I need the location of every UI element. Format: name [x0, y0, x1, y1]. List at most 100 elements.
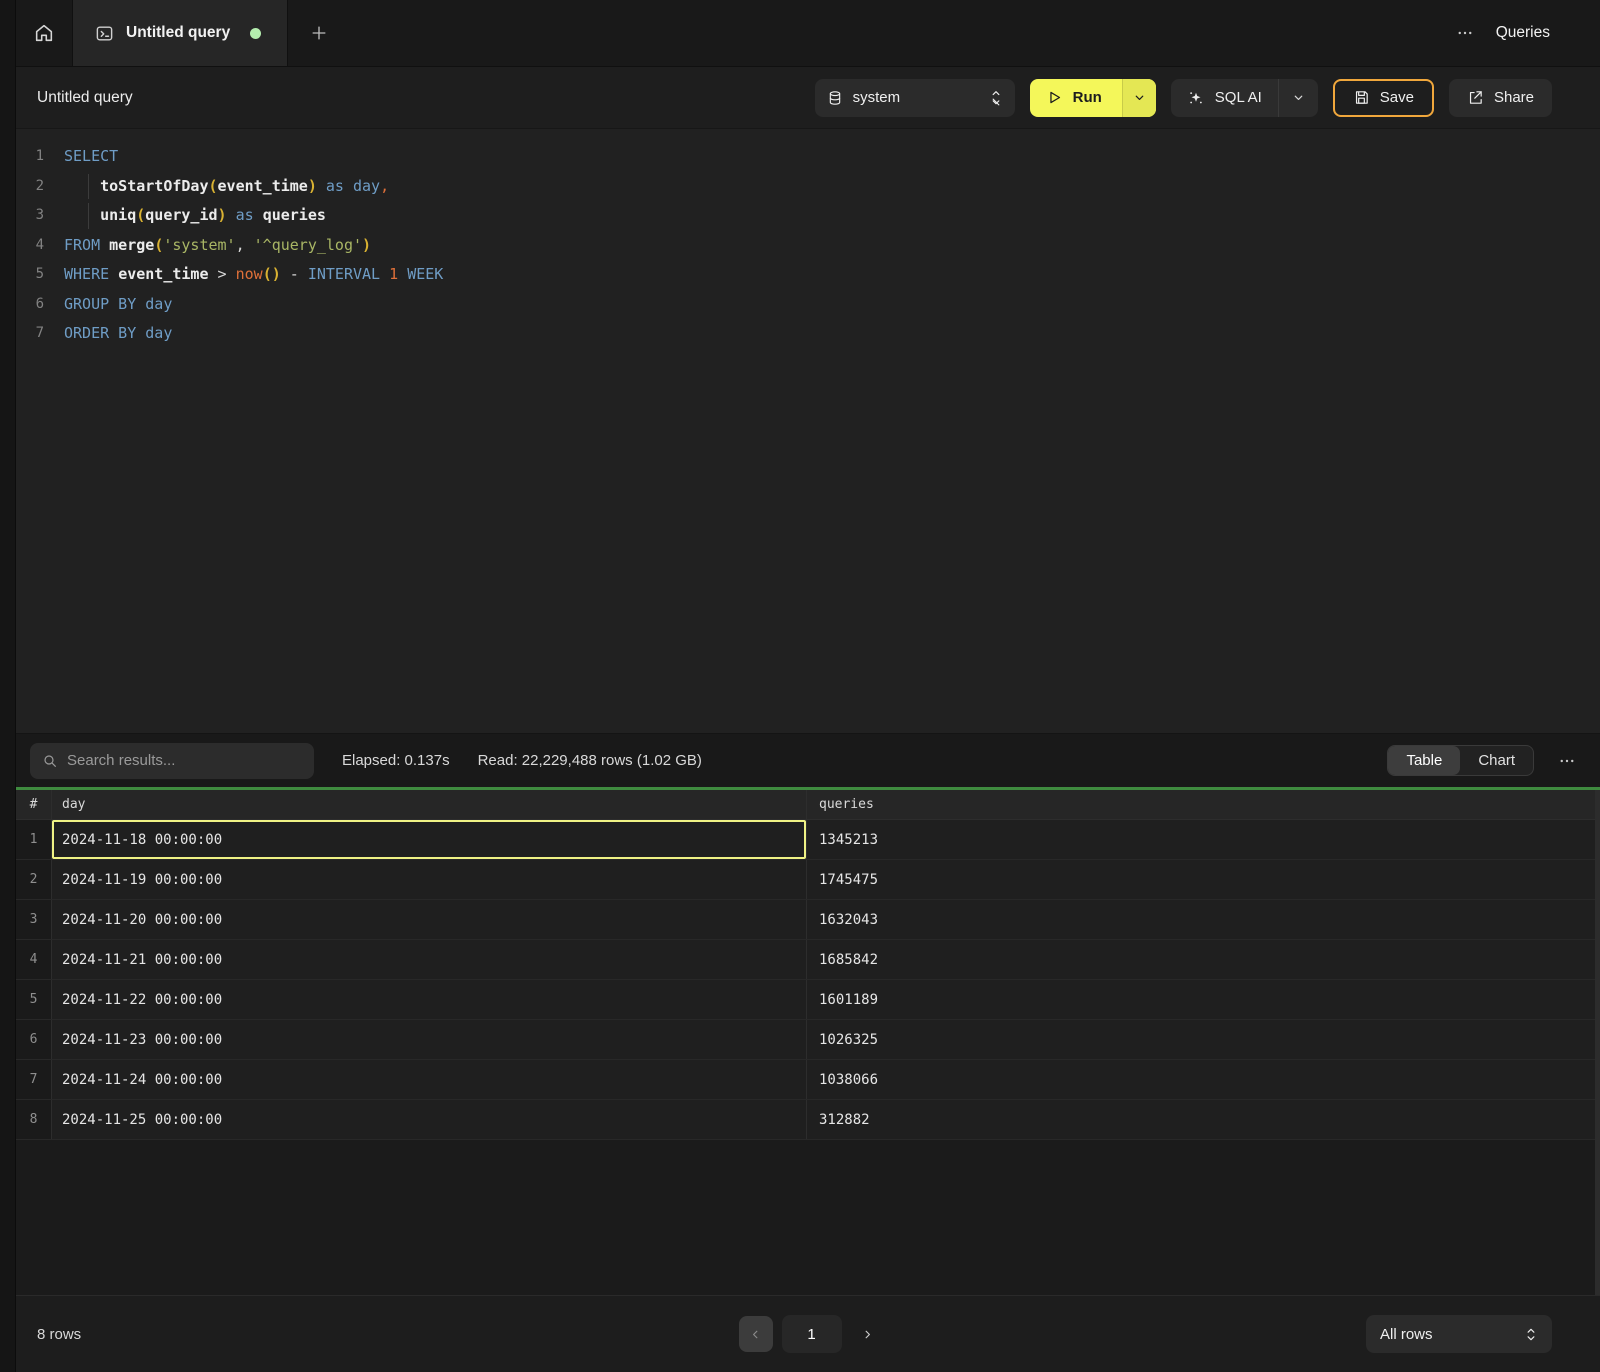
cell-day[interactable]: 2024-11-18 00:00:00: [52, 820, 806, 859]
pagination: 1: [257, 1315, 1366, 1353]
run-button-label: Run: [1073, 89, 1102, 106]
share-icon: [1467, 89, 1484, 106]
sql-ai-button[interactable]: SQL AI: [1171, 79, 1278, 117]
tab-bar-right: Queries: [1456, 0, 1600, 66]
database-selector[interactable]: system: [815, 79, 1015, 117]
save-button[interactable]: Save: [1333, 79, 1434, 117]
row-number: 5: [16, 980, 52, 1019]
cell-queries[interactable]: 1345213: [806, 820, 1600, 859]
code-line[interactable]: 3 uniq(query_id) as queries: [16, 201, 1600, 231]
current-page-button[interactable]: 1: [782, 1315, 842, 1353]
search-icon: [42, 753, 58, 769]
code-text: toStartOfDay(event_time) as day,: [62, 172, 389, 202]
cell-day[interactable]: 2024-11-22 00:00:00: [52, 980, 806, 1019]
table-header-row: # day queries: [16, 790, 1600, 820]
line-number: 6: [16, 290, 62, 320]
updown-chevron-icon: [1524, 1327, 1538, 1342]
read-stat: Read: 22,229,488 rows (1.02 GB): [478, 752, 702, 769]
results-options-button[interactable]: [1558, 752, 1576, 770]
tab-label: Untitled query: [126, 24, 230, 42]
home-button[interactable]: [16, 0, 73, 66]
plus-icon: [309, 23, 329, 43]
code-text: WHERE event_time > now() - INTERVAL 1 WE…: [62, 260, 443, 290]
elapsed-stat: Elapsed: 0.137s: [342, 752, 450, 769]
cell-day[interactable]: 2024-11-19 00:00:00: [52, 860, 806, 899]
cell-day[interactable]: 2024-11-20 00:00:00: [52, 900, 806, 939]
sql-ai-button-group: SQL AI: [1171, 79, 1318, 117]
save-button-label: Save: [1380, 89, 1414, 106]
cell-queries[interactable]: 1632043: [806, 900, 1600, 939]
cell-day[interactable]: 2024-11-21 00:00:00: [52, 940, 806, 979]
search-results-box: [30, 743, 314, 779]
table-row: 62024-11-23 00:00:001026325: [16, 1020, 1600, 1060]
database-selector-value: system: [853, 89, 979, 106]
table-row: 32024-11-20 00:00:001632043: [16, 900, 1600, 940]
indent-guide-line: [88, 174, 89, 200]
share-button[interactable]: Share: [1449, 79, 1552, 117]
new-tab-button[interactable]: [288, 0, 350, 66]
cell-queries[interactable]: 1685842: [806, 940, 1600, 979]
code-line[interactable]: 5WHERE event_time > now() - INTERVAL 1 W…: [16, 260, 1600, 290]
line-number: 5: [16, 260, 62, 290]
page-size-selector[interactable]: All rows: [1366, 1315, 1552, 1353]
row-number: 1: [16, 820, 52, 859]
run-button[interactable]: Run: [1030, 79, 1122, 117]
run-button-group: Run: [1030, 79, 1156, 117]
save-icon: [1353, 89, 1370, 106]
row-count-label: 8 rows: [37, 1326, 257, 1343]
cell-queries[interactable]: 1026325: [806, 1020, 1600, 1059]
view-toggle-chart[interactable]: Chart: [1460, 746, 1533, 775]
view-toggle: Table Chart: [1387, 745, 1534, 776]
tab-untitled-query[interactable]: Untitled query: [73, 0, 288, 66]
column-header-queries[interactable]: queries: [806, 790, 1600, 819]
next-page-button[interactable]: [851, 1316, 885, 1352]
row-number: 8: [16, 1100, 52, 1139]
line-number: 4: [16, 231, 62, 261]
cell-queries[interactable]: 1601189: [806, 980, 1600, 1019]
previous-page-button[interactable]: [739, 1316, 773, 1352]
code-line[interactable]: 2 toStartOfDay(event_time) as day,: [16, 172, 1600, 202]
database-icon: [827, 90, 843, 106]
cell-day[interactable]: 2024-11-23 00:00:00: [52, 1020, 806, 1059]
results-table: # day queries 12024-11-18 00:00:00134521…: [16, 790, 1600, 1295]
sql-ai-button-label: SQL AI: [1215, 89, 1262, 106]
unsaved-dot: [250, 28, 261, 39]
code-line[interactable]: 7ORDER BY day: [16, 319, 1600, 349]
row-number: 6: [16, 1020, 52, 1059]
cell-queries[interactable]: 312882: [806, 1100, 1600, 1139]
sql-ai-options-button[interactable]: [1278, 79, 1318, 117]
search-results-input[interactable]: [67, 752, 302, 769]
share-button-label: Share: [1494, 89, 1534, 106]
table-row: 52024-11-22 00:00:001601189: [16, 980, 1600, 1020]
left-edge-strip: [0, 0, 16, 1372]
cell-queries[interactable]: 1745475: [806, 860, 1600, 899]
cell-day[interactable]: 2024-11-24 00:00:00: [52, 1060, 806, 1099]
line-number: 3: [16, 201, 62, 231]
home-icon: [33, 22, 55, 44]
row-number: 7: [16, 1060, 52, 1099]
cell-day[interactable]: 2024-11-25 00:00:00: [52, 1100, 806, 1139]
code-line[interactable]: 1SELECT: [16, 142, 1600, 172]
terminal-icon: [95, 24, 114, 43]
tab-overflow-button[interactable]: [1456, 24, 1474, 42]
sql-console-app: Untitled query Queries Untitled query: [0, 0, 1600, 1372]
line-number: 7: [16, 319, 62, 349]
cell-queries[interactable]: 1038066: [806, 1060, 1600, 1099]
tab-bar: Untitled query Queries: [16, 0, 1600, 67]
code-line[interactable]: 4FROM merge('system', '^query_log'): [16, 231, 1600, 261]
chevron-right-icon: [861, 1328, 874, 1341]
code-line[interactable]: 6GROUP BY day: [16, 290, 1600, 320]
code-text: FROM merge('system', '^query_log'): [62, 231, 371, 261]
queries-link[interactable]: Queries: [1496, 24, 1550, 42]
sql-editor[interactable]: 1SELECT2 toStartOfDay(event_time) as day…: [16, 129, 1600, 733]
sparkles-icon: [1187, 89, 1205, 107]
table-row: 82024-11-25 00:00:00312882: [16, 1100, 1600, 1140]
column-header-day[interactable]: day: [52, 790, 806, 819]
vertical-scrollbar[interactable]: [1595, 790, 1600, 1295]
run-options-button[interactable]: [1122, 79, 1156, 117]
view-toggle-table[interactable]: Table: [1388, 746, 1460, 775]
table-row: 72024-11-24 00:00:001038066: [16, 1060, 1600, 1100]
code-lines: 1SELECT2 toStartOfDay(event_time) as day…: [16, 142, 1600, 349]
ellipsis-icon: [1456, 24, 1474, 42]
indent-guide-line: [88, 203, 89, 229]
